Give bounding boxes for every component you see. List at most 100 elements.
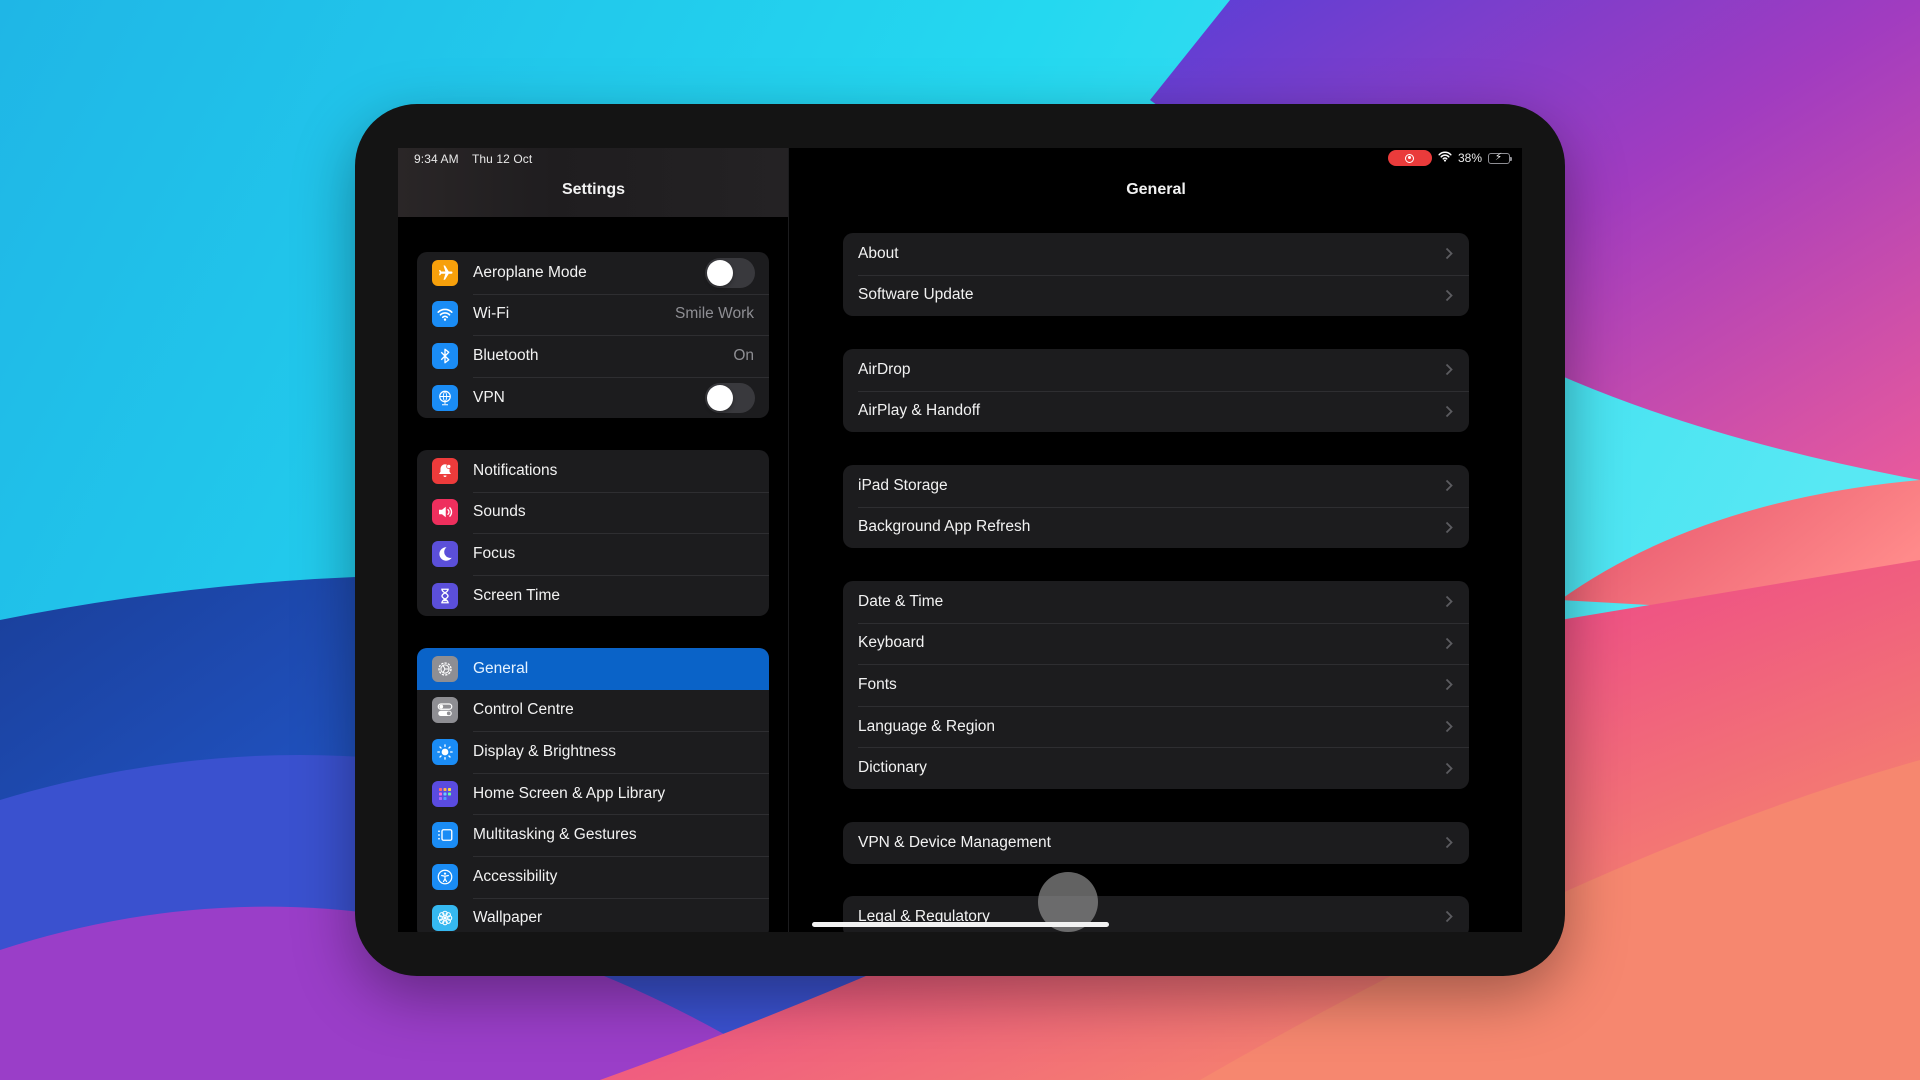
switches-icon — [432, 697, 458, 724]
aeroplane-mode-toggle[interactable] — [705, 257, 755, 288]
wifi-status-icon — [1438, 151, 1452, 165]
multitasking-icon — [432, 822, 458, 849]
screen-recording-indicator[interactable] — [1387, 150, 1432, 166]
charging-bolt-icon: ⚡ — [1495, 151, 1503, 163]
record-icon — [1405, 153, 1415, 163]
general-item-dictionary[interactable]: Dictionary — [843, 747, 1469, 789]
detail-group-airdrop: AirDrop AirPlay & Handoff — [843, 349, 1469, 433]
sidebar-group-system: General Control Centre Display & Brightn… — [417, 648, 769, 932]
sidebar-item-label: Home Screen & App Library — [473, 784, 666, 802]
wifi-icon — [432, 301, 458, 328]
general-item-software-update[interactable]: Software Update — [843, 274, 1469, 317]
general-item-keyboard[interactable]: Keyboard — [843, 622, 1469, 665]
toggle-knob — [707, 259, 733, 286]
chevron-right-icon — [1445, 248, 1453, 260]
general-item-airdrop[interactable]: AirDrop — [843, 349, 1469, 391]
home-indicator[interactable] — [812, 922, 1109, 927]
sidebar-item-label: Display & Brightness — [473, 742, 617, 760]
sidebar-item-wallpaper[interactable]: Wallpaper — [417, 897, 769, 932]
status-date: Thu 12 Oct — [471, 152, 533, 166]
general-item-about[interactable]: About — [843, 233, 1469, 275]
sidebar-item-home-screen[interactable]: Home Screen & App Library — [417, 772, 769, 815]
sidebar-item-wifi[interactable]: Wi-Fi Smile Work — [417, 293, 769, 336]
sidebar-item-label: Bluetooth — [473, 346, 539, 364]
chevron-right-icon — [1445, 480, 1453, 492]
vpn-globe-icon — [432, 384, 458, 411]
sidebar-item-label: Wi-Fi — [473, 305, 510, 323]
chevron-right-icon — [1445, 720, 1453, 733]
detail-group-about: About Software Update — [843, 233, 1469, 317]
sidebar-item-aeroplane-mode[interactable]: Aeroplane Mode — [417, 252, 769, 294]
general-item-background-app-refresh[interactable]: Background App Refresh — [843, 506, 1469, 549]
sidebar-item-label: Control Centre — [473, 701, 574, 719]
chevron-right-icon — [1445, 679, 1453, 691]
sidebar-item-sounds[interactable]: Sounds — [417, 491, 769, 534]
sidebar-item-general[interactable]: General — [417, 648, 769, 690]
sidebar-item-multitasking[interactable]: Multitasking & Gestures — [417, 814, 769, 856]
general-item-vpn-device-management[interactable]: VPN & Device Management — [843, 822, 1469, 864]
gear-icon — [432, 655, 458, 682]
general-item-fonts[interactable]: Fonts — [843, 664, 1469, 706]
general-item-airplay-handoff[interactable]: AirPlay & Handoff — [843, 390, 1469, 433]
chevron-right-icon — [1445, 289, 1453, 302]
general-item-ipad-storage[interactable]: iPad Storage — [843, 465, 1469, 507]
wifi-network-value: Smile Work — [675, 305, 754, 323]
item-label: About — [858, 244, 899, 262]
status-bar-time-date: 9:34 AM Thu 12 Oct — [414, 152, 542, 166]
hourglass-icon — [432, 582, 458, 609]
chevron-right-icon — [1445, 837, 1453, 849]
sidebar-item-focus[interactable]: Focus — [417, 533, 769, 575]
sidebar-title: Settings — [561, 181, 626, 198]
general-item-date-time[interactable]: Date & Time — [843, 581, 1469, 623]
item-label: VPN & Device Management — [858, 833, 1051, 851]
item-label: AirPlay & Handoff — [858, 402, 981, 420]
item-label: Keyboard — [858, 634, 925, 652]
detail-group-storage: iPad Storage Background App Refresh — [843, 465, 1469, 549]
sidebar-item-label: Accessibility — [473, 867, 558, 885]
item-label: Dictionary — [858, 759, 927, 777]
sidebar-item-display-brightness[interactable]: Display & Brightness — [417, 731, 769, 773]
item-label: Date & Time — [858, 592, 944, 610]
chevron-right-icon — [1445, 521, 1453, 534]
battery-icon: ⚡ — [1488, 151, 1512, 164]
sidebar-header: 9:34 AM Thu 12 Oct Settings — [398, 148, 788, 217]
battery-percent: 38% — [1457, 151, 1482, 165]
item-label: Fonts — [858, 675, 897, 693]
sun-icon — [432, 738, 458, 765]
status-time: 9:34 AM — [414, 152, 459, 166]
sidebar-item-vpn[interactable]: VPN — [417, 376, 769, 419]
speaker-icon — [432, 499, 458, 526]
sidebar-item-bluetooth[interactable]: Bluetooth On — [417, 335, 769, 377]
flower-icon — [432, 905, 458, 932]
bluetooth-status-value: On — [733, 346, 754, 364]
chevron-right-icon — [1445, 596, 1453, 608]
sidebar-group-connectivity: Aeroplane Mode Wi-Fi Smile Work Bluetoot… — [417, 252, 769, 419]
sidebar-group-notifications: Notifications Sounds Focus Screen Time — [417, 450, 769, 617]
detail-title: General — [1126, 181, 1186, 198]
sidebar-item-label: Focus — [473, 544, 516, 562]
detail-group-vpn: VPN & Device Management — [843, 822, 1469, 864]
chevron-right-icon — [1445, 762, 1453, 774]
accessibility-icon — [432, 863, 458, 890]
sidebar-item-label: Aeroplane Mode — [473, 263, 587, 281]
airplane-icon — [432, 259, 458, 286]
sidebar-item-screen-time[interactable]: Screen Time — [417, 574, 769, 617]
sidebar-item-accessibility[interactable]: Accessibility — [417, 855, 769, 898]
detail-group-date-language: Date & Time Keyboard Fonts Language & Re… — [843, 581, 1469, 789]
sidebar-item-label: Notifications — [473, 461, 558, 479]
sidebar-item-notifications[interactable]: Notifications — [417, 450, 769, 492]
item-label: Background App Refresh — [858, 518, 1031, 536]
moon-icon — [432, 540, 458, 567]
sidebar-item-control-centre[interactable]: Control Centre — [417, 690, 769, 732]
sidebar-item-label: VPN — [473, 388, 505, 406]
chevron-right-icon — [1445, 364, 1453, 376]
sidebar-item-label: Wallpaper — [473, 909, 543, 927]
sidebar-item-label: Screen Time — [473, 586, 561, 604]
sidebar-item-label: Multitasking & Gestures — [473, 826, 637, 844]
item-label: iPad Storage — [858, 476, 948, 494]
item-label: Language & Region — [858, 717, 996, 735]
general-item-language-region[interactable]: Language & Region — [843, 705, 1469, 748]
chevron-right-icon — [1445, 911, 1453, 923]
bell-icon — [432, 457, 458, 484]
vpn-toggle[interactable] — [705, 382, 755, 413]
